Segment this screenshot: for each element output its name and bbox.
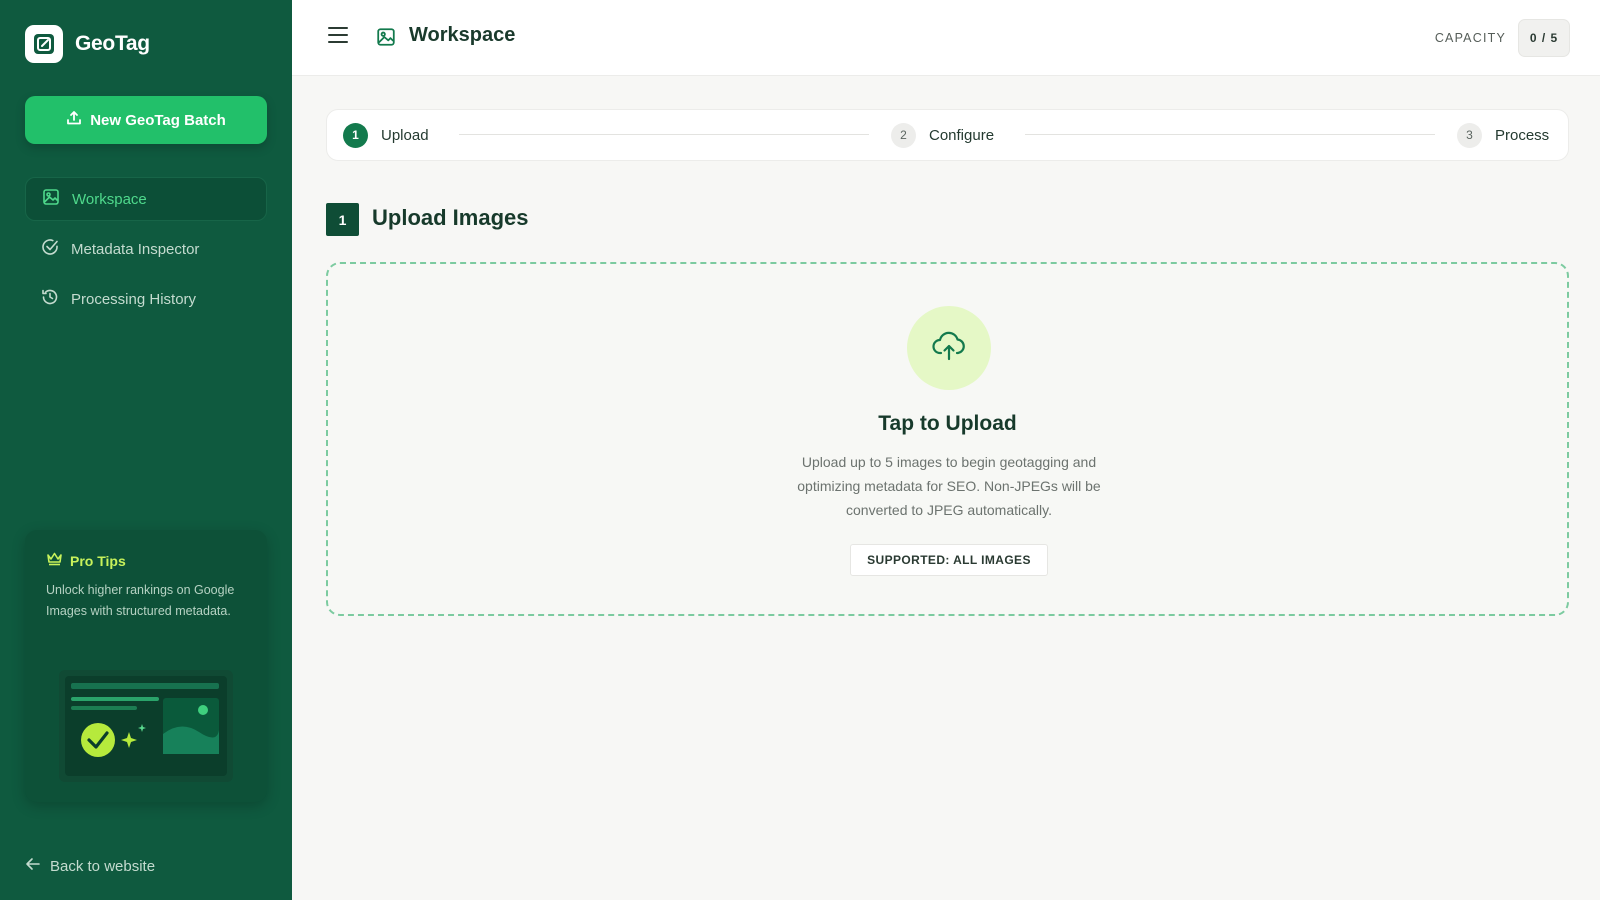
page-title: Workspace	[409, 24, 516, 46]
sidebar-nav: Workspace Metadata Inspector Processing …	[25, 177, 267, 327]
section-title: Upload Images	[372, 205, 529, 230]
new-geotag-batch-button[interactable]: New GeoTag Batch	[25, 96, 267, 144]
pro-tips-card: Pro Tips Unlock higher rankings on Googl…	[25, 530, 267, 802]
capacity-label: CAPACITY	[1434, 31, 1506, 45]
dropzone-description: Upload up to 5 images to begin geotaggin…	[797, 454, 1101, 518]
sidebar: GeoTag New GeoTag Batch Workspace Metada…	[0, 0, 292, 900]
image-icon	[42, 188, 72, 210]
sidebar-item-processing-history[interactable]: Processing History	[25, 277, 267, 321]
sidebar-item-label: Processing History	[71, 290, 197, 308]
pro-tips-header: Pro Tips	[46, 551, 126, 571]
supported-formats-badge: SUPPORTED: ALL IMAGES	[850, 544, 1048, 576]
new-batch-label: New GeoTag Batch	[90, 111, 226, 129]
step-number: 2	[891, 122, 916, 148]
step-configure[interactable]: 2 Configure	[891, 110, 994, 160]
check-circle-icon	[41, 238, 71, 260]
dropzone-title: Tap to Upload	[878, 412, 1017, 435]
upload-icon	[66, 110, 90, 130]
crown-icon	[46, 551, 63, 571]
upload-dropzone[interactable]: Tap to Upload Upload up to 5 images to b…	[326, 262, 1569, 616]
upload-icon-circle	[907, 306, 991, 390]
image-icon	[376, 27, 396, 52]
step-number: 1	[343, 122, 368, 148]
top-header: Workspace CAPACITY 0 / 5	[292, 0, 1600, 76]
brand[interactable]: GeoTag	[25, 25, 150, 63]
cloud-upload-icon	[932, 331, 966, 366]
step-connector	[459, 134, 869, 135]
back-link-label: Back to website	[50, 857, 156, 875]
pro-tips-title: Pro Tips	[70, 553, 126, 569]
sidebar-item-metadata-inspector[interactable]: Metadata Inspector	[25, 227, 267, 271]
pro-tips-illustration	[59, 670, 233, 787]
back-to-website-link[interactable]: Back to website	[25, 856, 155, 876]
sidebar-item-label: Metadata Inspector	[71, 240, 200, 258]
step-label: Process	[1495, 126, 1550, 144]
history-icon	[41, 288, 71, 310]
step-upload[interactable]: 1 Upload	[343, 110, 429, 160]
hamburger-menu-icon	[328, 27, 348, 48]
step-label: Upload	[381, 126, 429, 144]
step-connector	[1025, 134, 1435, 135]
arrow-left-icon	[25, 856, 50, 876]
step-label: Configure	[929, 126, 995, 144]
section-number-badge: 1	[326, 203, 359, 236]
brand-name: GeoTag	[75, 32, 150, 55]
menu-button[interactable]	[328, 26, 348, 49]
pro-tips-text: Unlock higher rankings on Google Images …	[46, 583, 235, 618]
capacity-badge: 0 / 5	[1518, 19, 1570, 57]
progress-stepper: 1 Upload 2 Configure 3 Process	[326, 109, 1569, 161]
step-process[interactable]: 3 Process	[1457, 110, 1549, 160]
sidebar-item-label: Workspace	[72, 190, 147, 208]
geotag-logo-icon	[25, 25, 63, 63]
sidebar-item-workspace[interactable]: Workspace	[25, 177, 267, 221]
step-number: 3	[1457, 122, 1482, 148]
